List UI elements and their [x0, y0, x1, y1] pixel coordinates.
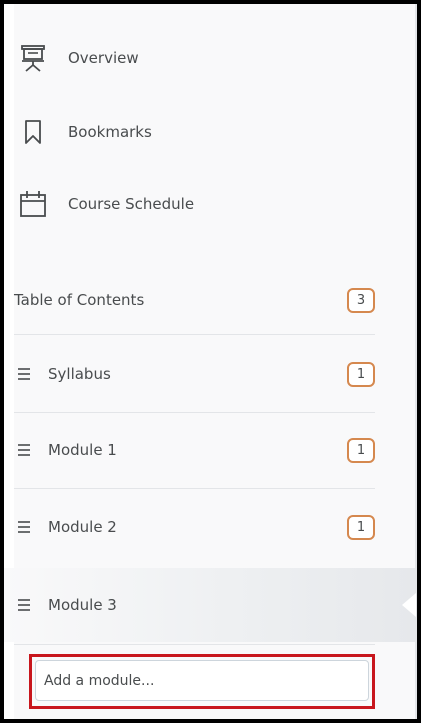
nav-item-overview[interactable]: Overview	[18, 36, 318, 80]
drag-handle-icon[interactable]	[14, 595, 34, 615]
divider	[14, 412, 375, 413]
module-count-badge: 1	[347, 514, 375, 540]
table-of-contents-header[interactable]: Table of Contents 3	[14, 268, 375, 332]
divider	[14, 488, 375, 489]
module-label: Module 1	[48, 441, 117, 459]
selected-indicator	[402, 593, 416, 617]
lesson-sidebar-screen: Overview Bookmarks Course Schedule Table…	[0, 0, 421, 723]
divider	[14, 334, 375, 335]
add-module-input[interactable]	[35, 660, 369, 701]
divider	[14, 644, 375, 645]
module-count-badge: 1	[347, 361, 375, 387]
module-count-badge: 1	[347, 437, 375, 463]
toc-title: Table of Contents	[14, 291, 145, 309]
toc-count-badge: 3	[347, 287, 375, 313]
module-item-module-1[interactable]: Module 1 1	[14, 414, 375, 486]
nav-label-bookmarks: Bookmarks	[68, 123, 152, 141]
bookmark-icon	[18, 117, 48, 147]
nav-label-course-schedule: Course Schedule	[68, 195, 195, 213]
calendar-icon	[18, 189, 48, 219]
module-item-syllabus[interactable]: Syllabus 1	[14, 338, 375, 410]
module-item-module-2[interactable]: Module 2 1	[14, 491, 375, 563]
nav-item-course-schedule[interactable]: Course Schedule	[18, 182, 318, 226]
module-item-module-3[interactable]: Module 3	[14, 569, 375, 641]
module-label: Syllabus	[48, 365, 111, 383]
drag-handle-icon[interactable]	[14, 517, 34, 537]
module-label: Module 3	[48, 596, 117, 614]
nav-item-bookmarks[interactable]: Bookmarks	[18, 110, 318, 154]
module-label: Module 2	[48, 518, 117, 536]
drag-handle-icon[interactable]	[14, 440, 34, 460]
drag-handle-icon[interactable]	[14, 364, 34, 384]
presentation-icon	[18, 43, 48, 73]
nav-label-overview: Overview	[68, 49, 139, 67]
